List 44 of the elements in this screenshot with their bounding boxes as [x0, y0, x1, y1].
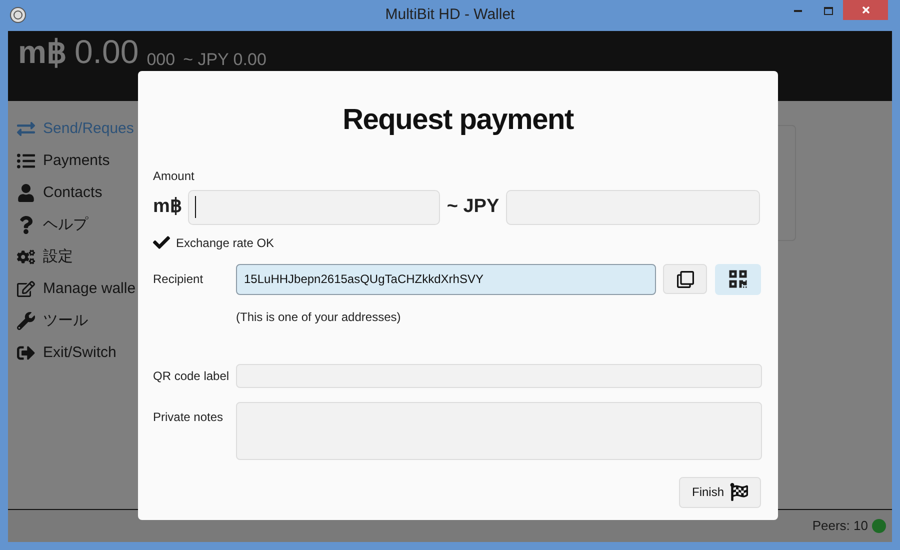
user-icon — [17, 184, 35, 202]
peers-count: Peers: 10 — [812, 517, 868, 536]
amount-label: Amount — [153, 168, 196, 184]
qr-code-button[interactable] — [715, 264, 761, 294]
sidebar-item[interactable]: Exit/Switch — [8, 337, 138, 369]
qr-code-icon — [728, 269, 748, 289]
sidebar-item[interactable]: ツール — [8, 305, 138, 337]
exchange-icon — [17, 120, 35, 138]
private-notes-field[interactable] — [236, 402, 762, 460]
question-mark-icon — [17, 216, 35, 234]
exchange-status: Exchange rate OK — [176, 234, 274, 252]
settings-icon — [17, 248, 35, 266]
private-notes-label: Private notes — [153, 408, 224, 426]
edit-icon — [17, 280, 35, 298]
wrench-icon — [17, 312, 35, 330]
finish-button[interactable]: Finish — [679, 476, 761, 508]
sidebar-item[interactable]: ヘルプ — [8, 209, 138, 241]
local-amount-field[interactable] — [506, 190, 760, 224]
local-balance: ~ JPY 0.00 — [183, 51, 266, 68]
copy-button[interactable] — [663, 264, 707, 294]
bitcoin-symbol: m฿ — [153, 194, 183, 219]
balance-symbol: m฿ — [18, 36, 66, 68]
local-currency-label: ~ JPY — [446, 194, 500, 219]
balance-fraction: 000 — [146, 51, 176, 68]
recipient-label: Recipient — [153, 271, 204, 288]
close-icon — [860, 5, 870, 15]
exit-icon — [17, 344, 35, 362]
list-icon — [17, 152, 35, 170]
sidebar-item[interactable]: Payments — [8, 145, 138, 177]
dialog-title: Request payment — [342, 103, 575, 138]
sidebar-item[interactable]: Manage walle — [8, 273, 138, 305]
recipient-note: (This is one of your addresses) — [236, 308, 402, 326]
sidebar-item[interactable]: 設定 — [8, 241, 138, 273]
qr-code-label-field[interactable] — [236, 364, 762, 388]
close-button[interactable] — [843, 0, 888, 20]
sidebar-item[interactable]: Contacts — [8, 177, 138, 209]
copy-icon — [676, 270, 694, 288]
window-title: MultiBit HD - Wallet — [385, 5, 515, 26]
qr-code-label-label: QR code label — [153, 368, 230, 384]
amount-field[interactable] — [188, 190, 440, 224]
balance-amount: 0.00 — [74, 35, 139, 68]
checkered-flag-icon — [730, 483, 748, 501]
recipient-field[interactable]: 15LuHHJbepn2615asQUgTaCHZkkdXrhSVY — [236, 264, 656, 294]
app-logo-icon — [10, 7, 26, 23]
